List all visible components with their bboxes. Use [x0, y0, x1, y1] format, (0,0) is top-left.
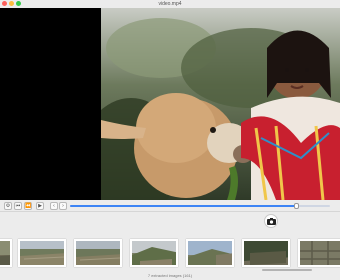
- skip-back-icon[interactable]: ⏮: [14, 202, 22, 210]
- timeline-track[interactable]: [70, 203, 330, 209]
- video-player[interactable]: [0, 8, 340, 200]
- thumbnail-selected[interactable]: [130, 239, 178, 267]
- timeline-scrubber[interactable]: [293, 203, 299, 209]
- chevron-left-icon[interactable]: ‹: [50, 202, 58, 210]
- gear-icon[interactable]: ⚙: [4, 202, 12, 210]
- rewind-icon[interactable]: ⏪: [24, 202, 32, 210]
- timeline-progress: [70, 205, 297, 207]
- thumbnail[interactable]: [298, 239, 340, 267]
- video-frame: [101, 8, 340, 200]
- camera-icon: [267, 218, 276, 225]
- thumbnail[interactable]: [242, 239, 290, 267]
- chevron-right-icon[interactable]: ›: [59, 202, 67, 210]
- horizontal-scrollbar[interactable]: [262, 269, 312, 271]
- window-title: video.mp4: [158, 1, 182, 7]
- play-icon[interactable]: ▶: [36, 202, 44, 210]
- thumbnail[interactable]: [18, 239, 66, 267]
- status-text: 7 extracted images (161): [147, 273, 193, 278]
- thumbnail[interactable]: [74, 239, 122, 267]
- title-bar: video.mp4: [0, 0, 340, 8]
- thumbnail[interactable]: [186, 239, 234, 267]
- thumbnail[interactable]: [0, 239, 12, 267]
- thumbnail-strip: [0, 236, 340, 270]
- video-frame-image: [101, 8, 340, 200]
- capture-frame-button[interactable]: [264, 214, 278, 228]
- playback-controls: ⚙ ⏮ ⏪ ▶ ‹ ›: [0, 200, 340, 212]
